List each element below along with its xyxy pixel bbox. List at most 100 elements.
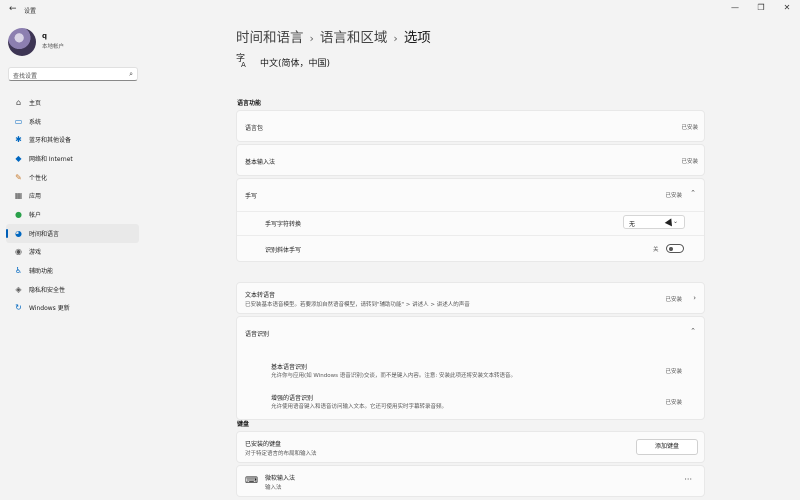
sidebar-item-label: 时间和语言 (29, 230, 60, 238)
sidebar-item-accessibility[interactable]: ♿ 辅助功能 (6, 261, 139, 280)
tts-label: 文本转语音 (245, 292, 276, 299)
user-profile[interactable]: q 本地帐户 (8, 28, 138, 58)
update-icon: ↻ (15, 303, 22, 313)
sidebar-item-shield[interactable]: ◈ 隐私和安全性 (6, 280, 139, 299)
italic-handwriting-label: 识别斜体手写 (265, 247, 302, 254)
ime-row: ⌨ 微软输入法 输入法 ··· (236, 465, 705, 497)
sidebar-item-label: 网络和 Internet (29, 155, 73, 163)
language-features-title: 语言功能 (237, 100, 262, 107)
basic-typing-row: 基本输入法 已安装 (236, 144, 705, 176)
language-header: 字A 中文(简体，中国) (236, 52, 330, 72)
keyboard-section-title: 键盘 (237, 421, 250, 428)
title-bar: ← 设置 — ❐ ✕ (0, 0, 800, 18)
breadcrumb-separator-icon: › (393, 32, 398, 45)
sidebar-item-label: 辅助功能 (29, 268, 54, 276)
basic-typing-label: 基本输入法 (245, 159, 276, 166)
back-arrow-icon[interactable]: ← (9, 4, 17, 14)
sidebar-item-brush[interactable]: ✎ 个性化 (6, 168, 139, 187)
accessibility-icon: ♿ (14, 266, 23, 276)
window-controls: — ❐ ✕ (722, 0, 800, 18)
brush-icon: ✎ (15, 172, 22, 182)
language-pack-status: 已安装 (681, 125, 698, 131)
keyboard-icon: ⌨ (245, 476, 258, 486)
game-icon: ◉ (15, 247, 22, 257)
handwriting-label: 手写 (245, 193, 258, 200)
sidebar-item-wifi[interactable]: ◆ 网络和 Internet (6, 149, 139, 168)
search-placeholder: 查找设置 (13, 73, 38, 80)
installed-keyboards-row: 已安装的键盘 对于特定语言的布局和输入法 添加键盘 (236, 431, 705, 463)
sidebar-item-label: 游戏 (29, 249, 42, 257)
handwriting-card: 手写 已安装 ⌃ 手写字符转换 无 ⌄ 识别斜体手写 关 (236, 178, 705, 262)
italic-toggle-state: 关 (653, 247, 659, 253)
basic-speech-status: 已安装 (665, 369, 682, 375)
sidebar-item-account[interactable]: ● 帐户 (6, 205, 139, 224)
wifi-icon: ◆ (15, 153, 22, 163)
breadcrumb-time-language[interactable]: 时间和语言 (236, 30, 304, 46)
maximize-button[interactable]: ❐ (748, 0, 774, 18)
tts-description: 已安装基本语音模型。若要添加自然语音模型，请转到"辅助功能" > 讲述人 > 讲… (245, 302, 470, 308)
sidebar-item-update[interactable]: ↻ Windows 更新 (6, 299, 139, 318)
italic-handwriting-toggle[interactable] (666, 244, 684, 253)
enhanced-speech-description: 允许使用语音键入和语音访问输入文本。它还可使用实时字幕转录音频。 (271, 404, 448, 410)
more-options-icon[interactable]: ··· (684, 475, 692, 484)
basic-speech-description: 允许你与应用(如 Windows 语音识别)交谈，而不是键入内容。注意: 安装此… (271, 373, 516, 379)
breadcrumb-separator-icon: › (309, 32, 314, 45)
speech-recognition-card: 语音识别 ⌃ 基本语音识别 允许你与应用(如 Windows 语音识别)交谈，而… (236, 316, 705, 420)
page-title: 选项 (403, 30, 431, 46)
window-title: 设置 (24, 8, 37, 15)
account-icon: ● (15, 209, 22, 219)
system-icon: ▭ (14, 116, 23, 126)
dropdown-value: 无 (629, 221, 636, 228)
breadcrumb-language-region[interactable]: 语言和区域 (320, 30, 388, 46)
chevron-up-icon: ⌃ (690, 327, 696, 335)
globe-clock-icon: ◕ (15, 228, 22, 238)
sidebar-item-label: 蓝牙和其他设备 (29, 137, 72, 145)
enhanced-speech-label: 增强的语音识别 (271, 395, 314, 402)
text-to-speech-row[interactable]: 文本转语音 已安装基本语音模型。若要添加自然语音模型，请转到"辅助功能" > 讲… (236, 282, 705, 314)
basic-speech-label: 基本语音识别 (271, 364, 308, 371)
main-content: 时间和语言 › 语言和区域 › 选项 字A 中文(简体，中国) 语言功能 语言包 已安装… (236, 18, 800, 500)
handwriting-status: 已安装 (665, 193, 682, 199)
sidebar-item-globe-clock[interactable]: ◕ 时间和语言 (6, 223, 139, 243)
language-icon: 字A (236, 52, 252, 72)
sidebar-item-apps[interactable]: ▦ 应用 (6, 186, 139, 205)
divider (237, 211, 704, 212)
installed-keyboards-description: 对于特定语言的布局和输入法 (245, 451, 317, 457)
search-input[interactable]: 查找设置 ⌕ (8, 67, 138, 81)
sidebar-item-home[interactable]: ⌂ 主页 (6, 93, 139, 112)
chevron-right-icon: › (693, 294, 696, 302)
profile-account-type: 本地帐户 (42, 44, 65, 50)
tts-status: 已安装 (665, 297, 682, 303)
ime-label: 微软输入法 (265, 475, 296, 482)
sidebar-item-label: 个性化 (29, 174, 48, 182)
sidebar-item-label: 主页 (29, 99, 42, 107)
shield-icon: ◈ (15, 284, 22, 294)
sidebar-item-bluetooth[interactable]: ✱ 蓝牙和其他设备 (6, 130, 139, 149)
sidebar-nav: ⌂ 主页 ▭ 系统 ✱ 蓝牙和其他设备 ◆ 网络和 Internet ✎ 个性化 ▦ 应用 ● 帐户 ◕ 时间… (6, 93, 139, 317)
enhanced-speech-status: 已安装 (665, 400, 682, 406)
apps-icon: ▦ (14, 191, 23, 201)
handwriting-header[interactable]: 手写 已安装 ⌃ (237, 179, 704, 211)
basic-typing-status: 已安装 (681, 159, 698, 165)
speech-recognition-header[interactable]: 语音识别 ⌃ (237, 317, 704, 349)
avatar (8, 28, 36, 56)
sidebar-item-label: 应用 (29, 193, 42, 201)
sidebar-item-system[interactable]: ▭ 系统 (6, 112, 139, 131)
sidebar-item-game[interactable]: ◉ 游戏 (6, 243, 139, 262)
chevron-up-icon: ⌃ (690, 189, 696, 197)
close-button[interactable]: ✕ (774, 0, 800, 18)
home-icon: ⌂ (15, 97, 22, 107)
minimize-button[interactable]: — (722, 0, 748, 18)
sidebar-item-label: 隐私和安全性 (29, 286, 66, 294)
language-name: 中文(简体，中国) (260, 58, 331, 69)
divider (237, 235, 704, 236)
add-keyboard-button[interactable]: 添加键盘 (636, 439, 698, 455)
ime-description: 输入法 (265, 485, 282, 491)
language-pack-row: 语言包 已安装 (236, 110, 705, 142)
handwriting-conversion-label: 手写字符转换 (265, 221, 302, 228)
bluetooth-icon: ✱ (15, 135, 22, 145)
handwriting-conversion-dropdown[interactable]: 无 ⌄ (623, 215, 685, 229)
sidebar-item-label: 系统 (29, 118, 42, 126)
sidebar-item-label: Windows 更新 (29, 305, 70, 313)
sidebar-item-label: 帐户 (29, 211, 42, 219)
